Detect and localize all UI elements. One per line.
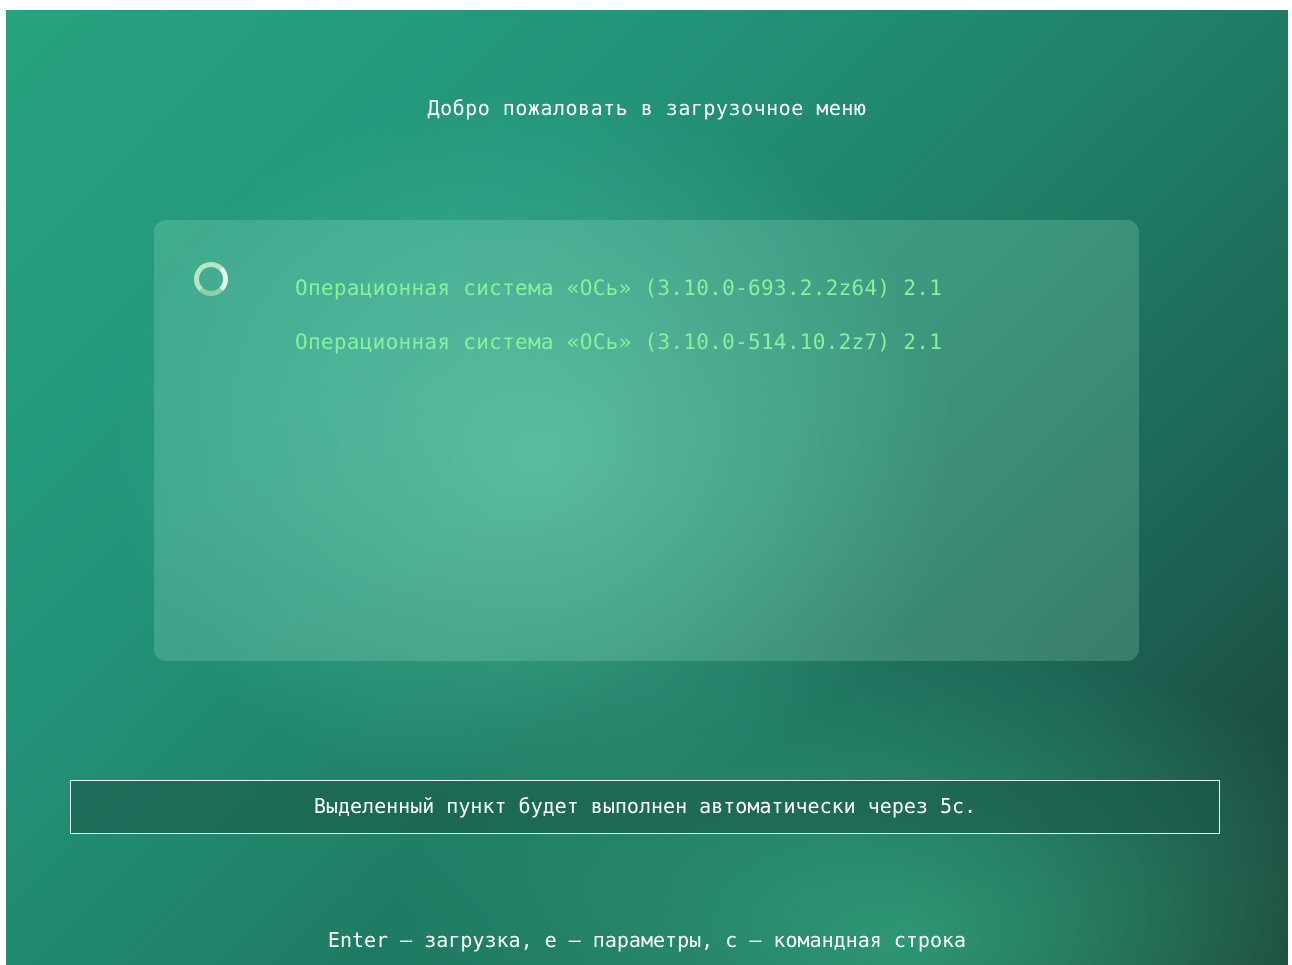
boot-menu-panel: Операционная система «ОСь» (3.10.0-693.2… [154,220,1139,661]
timeout-message: Выделенный пункт будет выполнен автомати… [70,780,1220,834]
menu-item-os-693[interactable]: Операционная система «ОСь» (3.10.0-693.2… [295,276,942,300]
menu-item-os-514[interactable]: Операционная система «ОСь» (3.10.0-514.1… [295,330,942,354]
keyboard-hint: Enter – загрузка, e – параметры, c – ком… [327,928,967,952]
page-title: Добро пожаловать в загрузочное меню [427,96,867,120]
boot-screen: Добро пожаловать в загрузочное меню Опер… [6,10,1288,965]
spinner-icon [194,262,228,296]
